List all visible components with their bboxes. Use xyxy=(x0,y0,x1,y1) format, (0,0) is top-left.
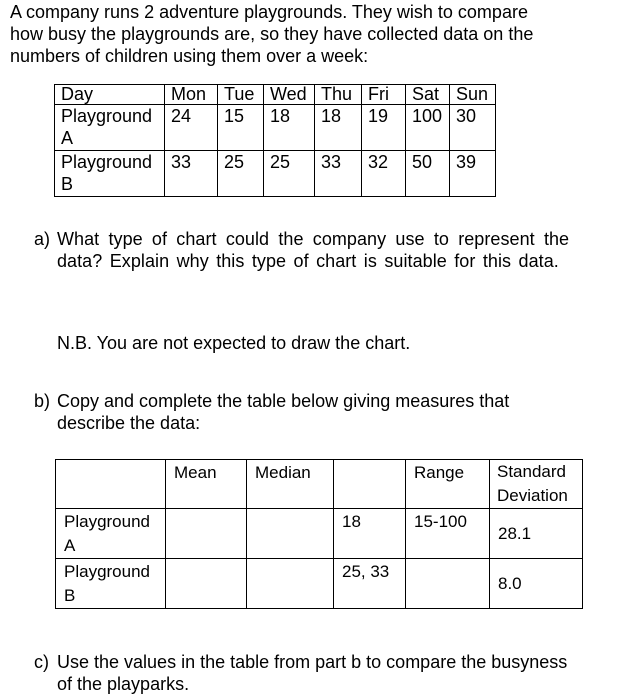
table-cell: 39 xyxy=(449,150,496,197)
question-c: c) Use the values in the table from part… xyxy=(34,651,594,695)
question-label: a) xyxy=(34,229,51,249)
mean-cell[interactable] xyxy=(165,508,247,559)
table-cell: 50 xyxy=(405,150,450,197)
table-cell: 32 xyxy=(361,150,406,197)
row-label: Playground A xyxy=(55,508,166,559)
table-cell: 24 xyxy=(164,104,218,151)
median-cell[interactable] xyxy=(246,558,334,609)
header-standard-deviation: Standard Deviation xyxy=(489,459,583,509)
row-label-line: A xyxy=(61,128,74,148)
table-cell: 25 xyxy=(263,150,315,197)
intro-line: how busy the playgrounds are, so they ha… xyxy=(10,24,534,44)
table-cell: 33 xyxy=(164,150,218,197)
table-cell: 25 xyxy=(217,150,264,197)
header-day: Wed xyxy=(263,84,315,105)
table-cell: 19 xyxy=(361,104,406,151)
question-a: a) What type of chart could the company … xyxy=(34,228,594,272)
row-label: Playground B xyxy=(54,150,165,197)
question-line: data? Explain why this type of chart is … xyxy=(57,251,559,271)
note-text: N.B. You are not expected to draw the ch… xyxy=(57,333,411,353)
intro-line: A company runs 2 adventure playgrounds. … xyxy=(10,2,528,22)
table-cell: 33 xyxy=(314,150,362,197)
mode-cell: 18 xyxy=(333,508,406,559)
range-cell[interactable] xyxy=(405,558,490,609)
row-label-line: A xyxy=(64,536,76,555)
table-cell: 18 xyxy=(314,104,362,151)
table-header-row: Mean Median Range Standard Deviation xyxy=(55,459,583,509)
mode-cell: 25, 33 xyxy=(333,558,406,609)
header-day: Thu xyxy=(314,84,362,105)
measures-table: Mean Median Range Standard Deviation Pla… xyxy=(55,459,583,609)
table-row: Playground B 33 25 25 33 32 50 39 xyxy=(54,150,496,197)
question-label: c) xyxy=(34,652,49,672)
question-line: What type of chart could the company use… xyxy=(57,229,570,249)
row-label-line: Playground xyxy=(64,512,151,531)
table-row: Playground A 18 15-100 28.1 xyxy=(55,508,583,559)
question-line: Copy and complete the table below giving… xyxy=(57,391,510,411)
weekly-children-table: Day Mon Tue Wed Thu Fri Sat Sun Playgrou… xyxy=(54,84,496,197)
table-row: Playground B 25, 33 8.0 xyxy=(55,558,583,609)
mean-cell[interactable] xyxy=(165,558,247,609)
question-label: b) xyxy=(34,391,51,411)
row-label-line: Playground xyxy=(61,106,153,126)
intro-line: numbers of children using them over a we… xyxy=(10,46,369,66)
range-cell: 15-100 xyxy=(405,508,490,559)
header-line: Standard xyxy=(497,462,566,481)
question-line: Use the values in the table from part b … xyxy=(57,652,568,672)
row-label-line: B xyxy=(61,174,74,194)
question-text: Use the values in the table from part b … xyxy=(57,651,567,695)
header-mean: Mean xyxy=(165,459,247,509)
sd-cell: 28.1 xyxy=(489,508,583,559)
table-header-row: Day Mon Tue Wed Thu Fri Sat Sun xyxy=(54,84,496,105)
table-row: Playground A 24 15 18 18 19 100 30 xyxy=(54,104,496,151)
row-label-line: Playground xyxy=(64,562,151,581)
median-cell[interactable] xyxy=(246,508,334,559)
question-b: b) Copy and complete the table below giv… xyxy=(34,390,594,434)
table-cell: 18 xyxy=(263,104,315,151)
question-line: describe the data: xyxy=(57,413,201,433)
row-label-line: Playground xyxy=(61,152,153,172)
header-day-label: Day xyxy=(54,84,165,105)
sd-cell: 8.0 xyxy=(489,558,583,609)
table-cell: 30 xyxy=(449,104,496,151)
table-cell: 15 xyxy=(217,104,264,151)
header-cell-empty xyxy=(55,459,166,509)
table-cell: 100 xyxy=(405,104,450,151)
header-median: Median xyxy=(246,459,334,509)
row-label-line: B xyxy=(64,586,76,605)
header-range: Range xyxy=(405,459,490,509)
header-day: Sat xyxy=(405,84,450,105)
question-text: What type of chart could the company use… xyxy=(57,228,569,272)
row-label: Playground B xyxy=(55,558,166,609)
header-day: Mon xyxy=(164,84,218,105)
row-label: Playground A xyxy=(54,104,165,151)
header-day: Fri xyxy=(361,84,406,105)
header-day: Tue xyxy=(217,84,264,105)
intro-paragraph: A company runs 2 adventure playgrounds. … xyxy=(10,1,610,67)
question-text: Copy and complete the table below giving… xyxy=(57,390,509,434)
header-day: Sun xyxy=(449,84,496,105)
header-line: Deviation xyxy=(497,486,568,505)
header-cell-blank xyxy=(333,459,406,509)
question-line: of the playparks. xyxy=(57,674,190,694)
